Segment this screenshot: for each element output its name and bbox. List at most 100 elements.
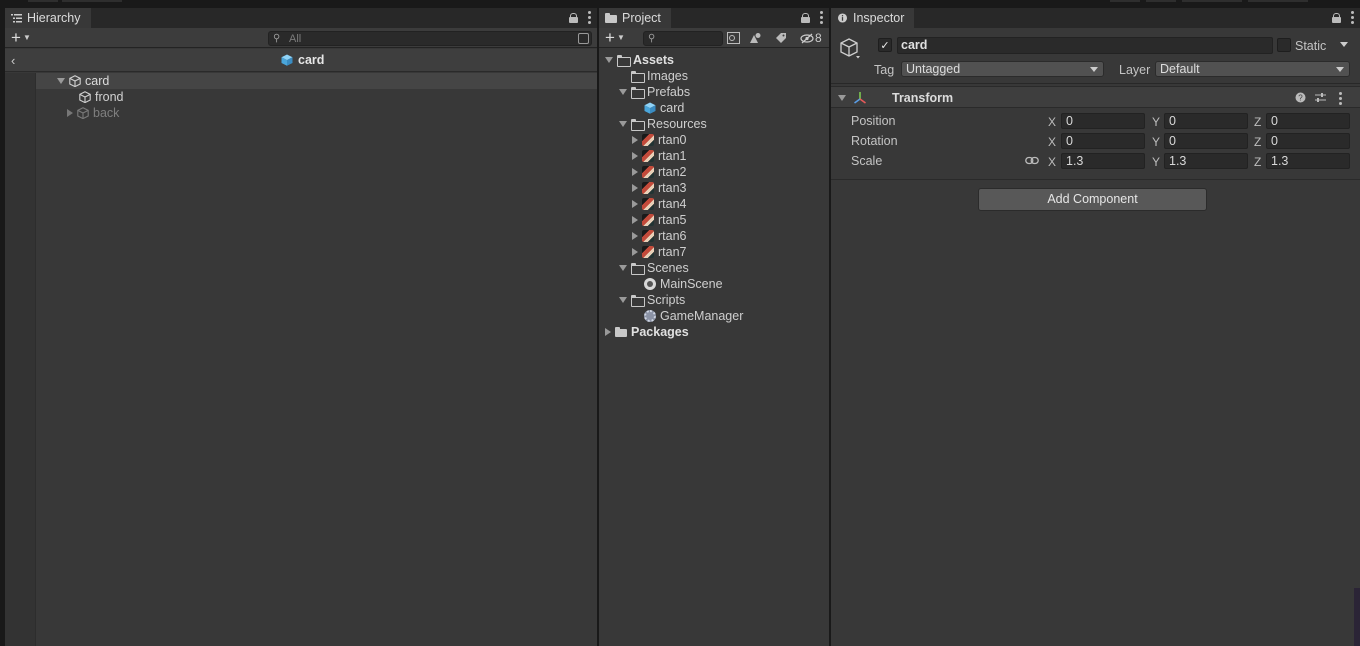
constrain-proportions-link-icon[interactable] — [1025, 156, 1039, 165]
foldout-arrow-icon[interactable] — [838, 95, 846, 101]
project-folder-packages[interactable]: Packages — [605, 324, 689, 340]
position-label: Position — [851, 114, 896, 128]
scale-y-field[interactable]: 1.3 — [1164, 153, 1248, 169]
expand-arrow-icon[interactable] — [619, 89, 627, 95]
back-arrow-icon[interactable]: ‹ — [11, 53, 15, 68]
expand-arrow-icon[interactable] — [619, 265, 627, 271]
static-dropdown-icon[interactable] — [1340, 42, 1348, 47]
axis-x-label: X — [1048, 135, 1057, 149]
search-options-icon[interactable] — [578, 33, 589, 44]
tab-hierarchy-label: Hierarchy — [27, 11, 81, 25]
tree-item-label: Assets — [633, 53, 674, 67]
project-folder-scripts[interactable]: Scripts — [619, 292, 685, 308]
tab-inspector-label: Inspector — [853, 11, 905, 25]
prefab-cube-icon — [281, 54, 293, 66]
project-tab-bar: Project — [599, 8, 829, 28]
component-menu-icon[interactable] — [1339, 92, 1342, 105]
lock-icon[interactable] — [801, 12, 810, 23]
project-folder-images[interactable]: Images — [631, 68, 688, 84]
hierarchy-search-input[interactable]: ⚲ All — [268, 31, 592, 46]
top-strip-segment — [1248, 0, 1308, 2]
kebab-menu-icon[interactable] — [588, 11, 591, 24]
breadcrumb-title[interactable]: card — [281, 53, 324, 67]
hierarchy-item-back[interactable]: back — [67, 105, 119, 121]
object-name-field[interactable]: card — [897, 37, 1273, 54]
project-scene-mainscene[interactable]: MainScene — [644, 276, 723, 292]
project-script-gamemanager[interactable]: GameManager — [644, 308, 743, 324]
hidden-packages-toggle[interactable]: 8 — [800, 31, 822, 45]
filter-by-type-icon[interactable] — [749, 32, 762, 44]
layer-dropdown[interactable]: Default — [1155, 61, 1350, 77]
expand-arrow-icon[interactable] — [632, 184, 638, 192]
kebab-menu-icon[interactable] — [1351, 11, 1354, 24]
rotation-z-field[interactable]: 0 — [1266, 133, 1350, 149]
static-checkbox[interactable] — [1277, 38, 1291, 52]
expand-arrow-icon[interactable] — [619, 297, 627, 303]
project-sprite-rtan0[interactable]: rtan0 — [632, 132, 687, 148]
sprite-icon — [642, 198, 654, 210]
tree-item-label: rtan3 — [658, 181, 687, 195]
expand-arrow-icon[interactable] — [632, 168, 638, 176]
help-icon[interactable]: ? — [1295, 92, 1306, 106]
expand-arrow-icon[interactable] — [619, 121, 627, 127]
project-toolbar: + ▼ ⚲ 8 — [599, 28, 829, 48]
project-asset-card-prefab[interactable]: card — [644, 100, 684, 116]
expand-arrow-icon[interactable] — [605, 328, 611, 336]
project-sprite-rtan4[interactable]: rtan4 — [632, 196, 687, 212]
scale-z-field[interactable]: 1.3 — [1266, 153, 1350, 169]
position-x-field[interactable]: 0 — [1061, 113, 1145, 129]
project-folder-assets[interactable]: Assets — [605, 52, 674, 68]
sprite-icon — [642, 246, 654, 258]
search-by-type-icon[interactable] — [727, 32, 740, 44]
sprite-icon — [642, 150, 654, 162]
position-z-field[interactable]: 0 — [1266, 113, 1350, 129]
project-sprite-rtan3[interactable]: rtan3 — [632, 180, 687, 196]
lock-icon[interactable] — [569, 12, 578, 23]
add-component-button[interactable]: Add Component — [978, 188, 1207, 211]
create-asset-button[interactable]: + ▼ — [605, 29, 625, 46]
expand-arrow-icon[interactable] — [632, 136, 638, 144]
top-strip — [0, 0, 1360, 8]
prefab-cube-icon — [644, 102, 656, 114]
active-checkbox[interactable]: ✓ — [878, 38, 892, 52]
inspector-panel: Inspector ✓ card Static Tag Untagged Lay… — [831, 8, 1360, 646]
position-y-field[interactable]: 0 — [1164, 113, 1248, 129]
expand-arrow-icon[interactable] — [632, 232, 638, 240]
expand-arrow-icon[interactable] — [632, 216, 638, 224]
project-sprite-rtan1[interactable]: rtan1 — [632, 148, 687, 164]
expand-arrow-icon[interactable] — [632, 200, 638, 208]
expand-arrow-icon[interactable] — [605, 57, 613, 63]
project-folder-resources[interactable]: Resources — [619, 116, 707, 132]
axis-y-label: Y — [1152, 135, 1161, 149]
tab-inspector[interactable]: Inspector — [831, 8, 915, 28]
expand-arrow-icon[interactable] — [632, 152, 638, 160]
preset-sliders-icon[interactable] — [1315, 92, 1326, 106]
scale-x-field[interactable]: 1.3 — [1061, 153, 1145, 169]
lock-icon[interactable] — [1332, 12, 1341, 23]
transform-component-header[interactable]: Transform ? — [831, 86, 1360, 108]
project-sprite-rtan2[interactable]: rtan2 — [632, 164, 687, 180]
expand-arrow-icon[interactable] — [67, 109, 73, 117]
expand-arrow-icon[interactable] — [632, 248, 638, 256]
top-strip-segment — [1146, 0, 1176, 2]
expand-arrow-icon[interactable] — [57, 78, 65, 84]
tab-project[interactable]: Project — [599, 8, 671, 28]
project-sprite-rtan5[interactable]: rtan5 — [632, 212, 687, 228]
tab-hierarchy[interactable]: Hierarchy — [5, 8, 91, 28]
project-folder-prefabs[interactable]: Prefabs — [619, 84, 690, 100]
hierarchy-item-label: back — [93, 106, 120, 120]
create-button[interactable]: + ▼ — [11, 29, 31, 46]
rotation-x-field[interactable]: 0 — [1061, 133, 1145, 149]
caret-down-icon: ▼ — [616, 33, 625, 42]
tab-project-label: Project — [622, 11, 661, 25]
kebab-menu-icon[interactable] — [820, 11, 823, 24]
hierarchy-item-frond[interactable]: frond — [79, 89, 124, 105]
hierarchy-item-card[interactable]: card — [36, 73, 597, 89]
project-search-input[interactable]: ⚲ — [643, 31, 723, 46]
project-folder-scenes[interactable]: Scenes — [619, 260, 689, 276]
project-sprite-rtan6[interactable]: rtan6 — [632, 228, 687, 244]
project-sprite-rtan7[interactable]: rtan7 — [632, 244, 687, 260]
tag-dropdown[interactable]: Untagged — [901, 61, 1104, 77]
rotation-y-field[interactable]: 0 — [1164, 133, 1248, 149]
tag-icon[interactable] — [775, 32, 787, 44]
